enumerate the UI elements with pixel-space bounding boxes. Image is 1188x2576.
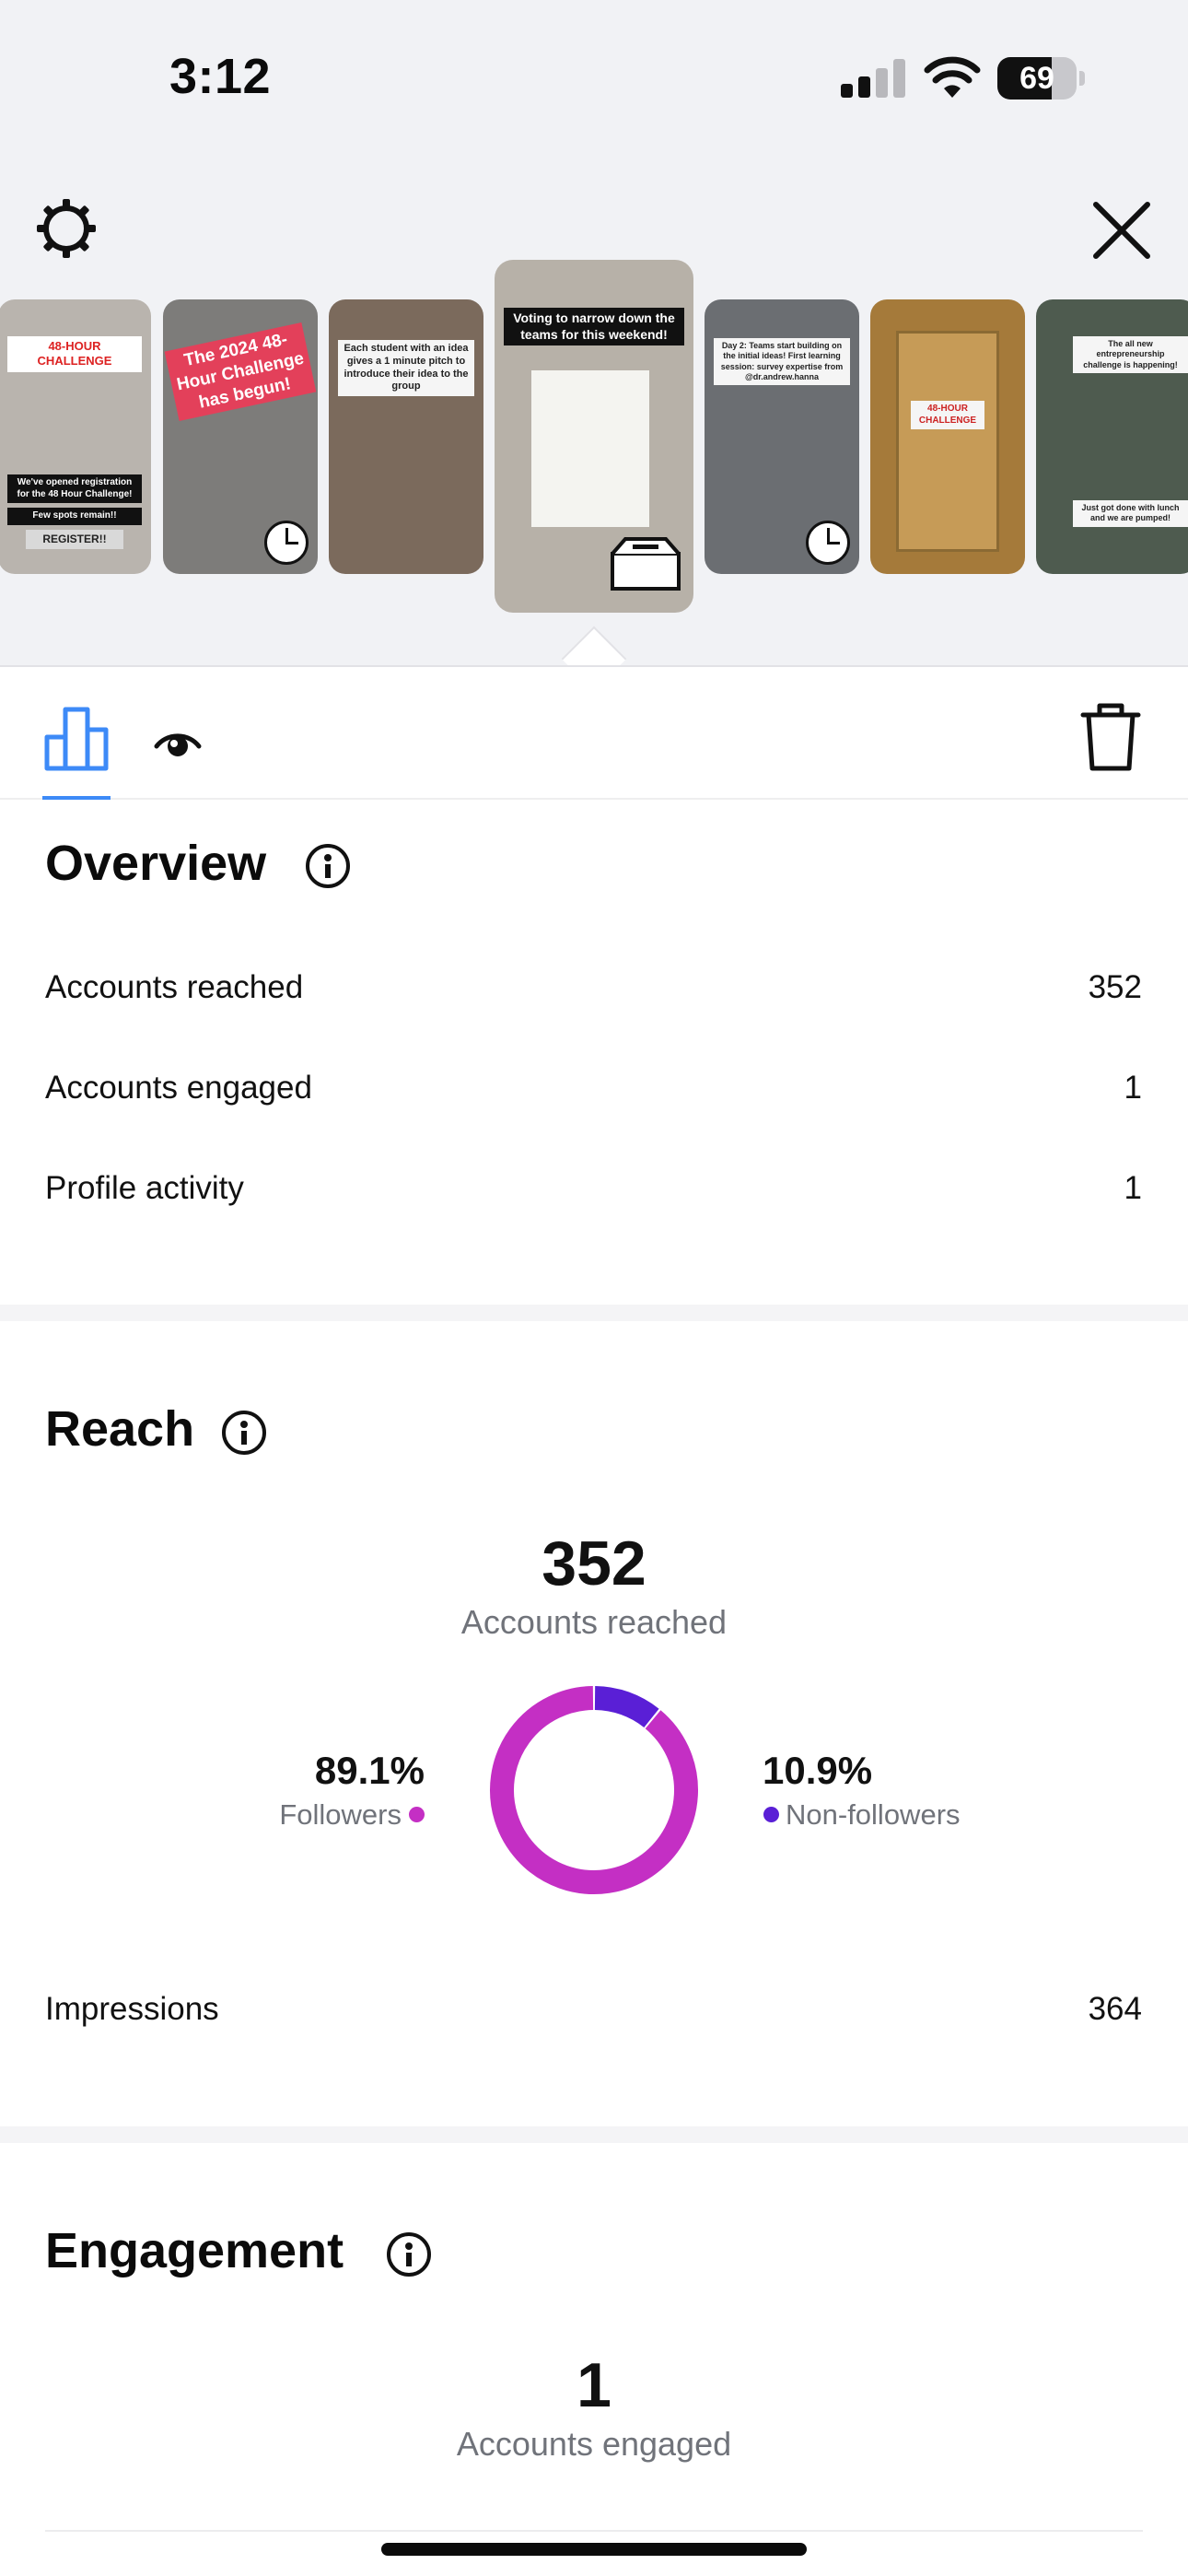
overview-row-label: Accounts reached <box>45 969 304 1005</box>
reach-total-label: Accounts reached <box>460 1603 728 1641</box>
non-followers-legend-dot <box>763 1807 779 1822</box>
tab-bar <box>0 665 1188 800</box>
info-icon[interactable] <box>222 1411 266 1455</box>
overview-row-value: 1 <box>1124 1070 1142 1106</box>
story-caption: The all new entrepreneurship challenge i… <box>1073 336 1188 373</box>
story-caption: Just got done with lunch and we are pump… <box>1073 500 1188 527</box>
story-caption: The 2024 48-Hour Challenge has begun! <box>164 322 317 422</box>
story-caption: Voting to narrow down the teams for this… <box>504 308 684 345</box>
story-caption: Day 2: Teams start building on the initi… <box>714 338 850 385</box>
home-indicator <box>381 2543 807 2556</box>
active-tab-indicator <box>42 796 111 800</box>
non-followers-label: Non-followers <box>786 1798 961 1831</box>
section-divider <box>0 1305 1188 1321</box>
section-divider <box>0 2126 1188 2143</box>
non-followers-segment <box>594 1686 659 1728</box>
story-caption: Few spots remain!! <box>7 508 142 525</box>
story-thumbnail[interactable]: The 2024 48-Hour Challenge has begun! <box>163 299 318 574</box>
info-icon[interactable] <box>306 844 350 888</box>
battery-percent: 69 <box>1019 61 1054 96</box>
story-thumbnail-selected[interactable]: Voting to narrow down the teams for this… <box>495 260 693 613</box>
story-caption: We've opened registration for the 48 Hou… <box>7 474 142 503</box>
overview-row-label: Accounts engaged <box>45 1070 312 1106</box>
overview-row-value: 1 <box>1124 1170 1142 1206</box>
info-icon[interactable] <box>387 2232 431 2277</box>
eye-icon[interactable] <box>149 713 206 770</box>
followers-legend-dot <box>409 1807 425 1822</box>
story-caption: 48-HOUR CHALLENGE <box>911 401 984 429</box>
followers-segment <box>490 1686 698 1894</box>
story-caption: REGISTER!! <box>26 530 123 549</box>
clock-sticker-icon <box>264 521 309 565</box>
impressions-label: Impressions <box>45 1991 219 2027</box>
story-thumbnail[interactable]: 48-HOUR CHALLENGE We've opened registrat… <box>0 299 151 574</box>
story-thumbnail[interactable]: Day 2: Teams start building on the initi… <box>705 299 859 574</box>
story-header: 3:12 69 48-HOUR CHALLENGE We've opened r… <box>0 0 1188 692</box>
story-caption: Each student with an idea gives a 1 minu… <box>338 340 474 396</box>
non-followers-percent: 10.9% <box>763 1749 873 1792</box>
wifi-icon <box>924 56 981 98</box>
story-thumbnail[interactable]: The all new entrepreneurship challenge i… <box>1036 299 1188 574</box>
cellular-signal-icon <box>841 59 907 98</box>
overview-row-value: 352 <box>1088 969 1142 1005</box>
impressions-value: 364 <box>1088 1991 1142 2027</box>
trash-icon[interactable] <box>1077 700 1144 774</box>
reach-total: 352 <box>542 1528 646 1598</box>
battery-icon: 69 <box>997 57 1085 100</box>
row-divider <box>45 2530 1143 2532</box>
bar-chart-icon[interactable] <box>42 704 112 774</box>
followers-label: Followers <box>279 1798 402 1831</box>
reach-donut-chart <box>490 1686 698 1894</box>
ballot-box-sticker-icon <box>611 537 681 591</box>
gear-icon[interactable] <box>33 195 99 262</box>
followers-percent: 89.1% <box>314 1749 425 1792</box>
reach-title: Reach <box>45 1401 195 1457</box>
overview-title: Overview <box>45 836 267 891</box>
story-thumbnail[interactable]: Each student with an idea gives a 1 minu… <box>329 299 483 574</box>
close-icon[interactable] <box>1087 195 1157 265</box>
overview-row-label: Profile activity <box>45 1170 244 1206</box>
engagement-total-label: Accounts engaged <box>456 2425 732 2463</box>
engagement-title: Engagement <box>45 2223 344 2278</box>
story-caption: 48-HOUR CHALLENGE <box>7 336 142 372</box>
status-time: 3:12 <box>169 49 272 104</box>
engagement-total: 1 <box>577 2350 611 2420</box>
story-thumbnail[interactable]: 48-HOUR CHALLENGE <box>870 299 1025 574</box>
door <box>896 331 999 552</box>
poster-board <box>531 370 649 527</box>
clock-sticker-icon <box>806 521 850 565</box>
